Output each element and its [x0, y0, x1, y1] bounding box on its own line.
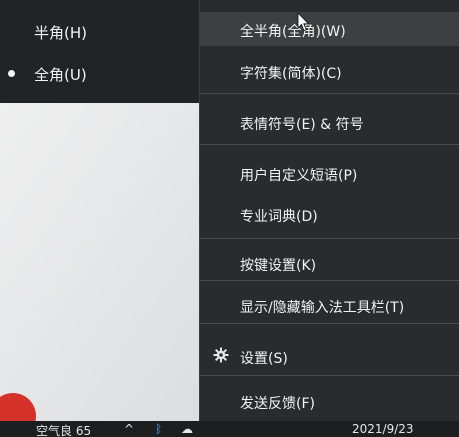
- menu-item-settings[interactable]: 设置(S): [200, 339, 459, 373]
- menu-separator: [200, 280, 459, 281]
- menu-separator: [200, 375, 459, 376]
- weather-text: 空气良 65: [36, 424, 92, 437]
- menu-item-charset[interactable]: 字符集(简体)(C): [200, 54, 459, 88]
- menu-item-user-phrases[interactable]: 用户自定义短语(P): [200, 156, 459, 190]
- menu-item-label: 表情符号(E) & 符号: [240, 117, 364, 133]
- submenu-item-label: 全角(U): [34, 65, 87, 84]
- selected-bullet-icon: [8, 70, 15, 77]
- menu-separator: [200, 93, 459, 94]
- menu-item-emoji-symbols[interactable]: 表情符号(E) & 符号: [200, 105, 459, 139]
- menu-item-label: 按键设置(K): [240, 258, 317, 274]
- menu-item-key-settings[interactable]: 按键设置(K): [200, 246, 459, 280]
- submenu-item-fullwidth[interactable]: 全角(U): [0, 56, 200, 92]
- submenu-item-label: 半角(H): [34, 23, 87, 42]
- menu-item-toggle-toolbar[interactable]: 显示/隐藏输入法工具栏(T): [200, 288, 459, 322]
- chevron-up-icon[interactable]: ^: [124, 422, 134, 436]
- menu-item-label: 全半角(全角)(W): [240, 24, 346, 40]
- menu-item-label: 设置(S): [240, 351, 288, 367]
- menu-item-label: 发送反馈(F): [240, 396, 315, 412]
- bluetooth-icon[interactable]: ᛒ: [155, 422, 162, 436]
- gear-icon: [213, 347, 229, 363]
- menu-item-label: 用户自定义短语(P): [240, 168, 358, 184]
- menu-item-pro-dictionary[interactable]: 专业词典(D): [200, 197, 459, 231]
- taskbar: 空气良 65 ^ ᛒ ☁ 2021/9/23: [0, 421, 459, 437]
- submenu-item-halfwidth[interactable]: 半角(H): [0, 14, 200, 50]
- menu-item-label: 字符集(简体)(C): [240, 66, 342, 82]
- menu-separator: [200, 144, 459, 145]
- menu-item-label: 专业词典(D): [240, 209, 318, 225]
- menu-item-send-feedback[interactable]: 发送反馈(F): [200, 384, 459, 418]
- menu-item-label: 显示/隐藏输入法工具栏(T): [240, 300, 405, 316]
- clock-date[interactable]: 2021/9/23: [352, 422, 414, 436]
- fullwidth-submenu: 半角(H) 全角(U): [0, 0, 200, 103]
- mouse-cursor-icon: [297, 12, 310, 32]
- ime-context-menu: 全半角(全角)(W) 字符集(简体)(C) 表情符号(E) & 符号 用户自定义…: [199, 0, 459, 437]
- cloud-icon[interactable]: ☁: [181, 422, 193, 436]
- menu-separator: [200, 238, 459, 239]
- menu-separator: [200, 323, 459, 324]
- menu-item-fullhalf-width[interactable]: 全半角(全角)(W): [200, 12, 459, 46]
